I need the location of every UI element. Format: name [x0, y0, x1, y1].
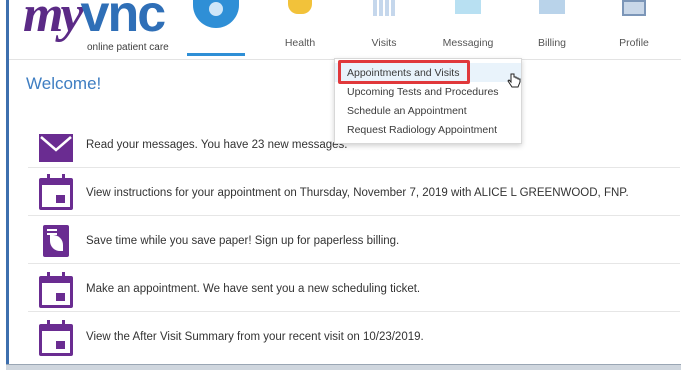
list-item-text: View instructions for your appointment o… [86, 187, 629, 199]
page-title: Welcome! [26, 74, 102, 93]
list-item-text: View the After Visit Summary from your r… [86, 331, 424, 343]
list-item[interactable]: View instructions for your appointment o… [28, 168, 680, 216]
list-item[interactable]: View the After Visit Summary from your r… [28, 312, 680, 360]
window-bottom-edge [6, 364, 681, 370]
list-item[interactable]: Save time while you save paper! Sign up … [28, 216, 680, 264]
logo-wordmark: myvnc [23, 0, 166, 43]
nav-messaging[interactable]: Messaging [437, 0, 499, 58]
menu-item-schedule-appointment[interactable]: Schedule an Appointment [347, 105, 467, 117]
calendar-icon [39, 174, 73, 210]
nav-billing-label: Billing [537, 37, 566, 49]
nav-health[interactable]: Health [274, 0, 326, 58]
calendar-icon [39, 320, 73, 356]
avatar-icon [193, 0, 239, 28]
heart-icon [288, 0, 312, 14]
mail-icon [455, 0, 481, 14]
list-item-text: Make an appointment. We have sent you a … [86, 283, 421, 295]
logo-tagline: online patient care [87, 42, 169, 53]
calendar-icon [373, 0, 395, 16]
list-item[interactable]: Make an appointment. We have sent you a … [28, 264, 680, 312]
top-header: myvnc online patient care Health Visits … [9, 0, 681, 60]
hand-cursor-icon [507, 73, 521, 88]
list-item-text: Save time while you save paper! Sign up … [86, 235, 400, 247]
profile-card-icon [622, 0, 646, 16]
menu-item-upcoming-tests[interactable]: Upcoming Tests and Procedures [347, 86, 499, 98]
logo[interactable]: myvnc online patient care [23, 0, 193, 58]
menu-item-request-radiology[interactable]: Request Radiology Appointment [347, 124, 497, 136]
envelope-icon [39, 134, 73, 166]
selection-highlight-box [338, 60, 470, 84]
calendar-icon [39, 272, 73, 308]
billing-icon [539, 0, 565, 14]
nav-visits-label: Visits [371, 37, 397, 49]
nav-visits[interactable]: Visits [361, 0, 407, 58]
nav-messaging-label: Messaging [442, 37, 494, 49]
nav-profile[interactable]: Profile [609, 0, 659, 58]
list-item-text: Read your messages. You have 23 new mess… [86, 139, 348, 151]
home-avatar-tab[interactable] [187, 0, 245, 56]
nav-profile-label: Profile [619, 37, 649, 49]
paperless-leaf-icon [39, 225, 73, 257]
nav-health-label: Health [284, 37, 316, 49]
nav-billing[interactable]: Billing [529, 0, 575, 58]
